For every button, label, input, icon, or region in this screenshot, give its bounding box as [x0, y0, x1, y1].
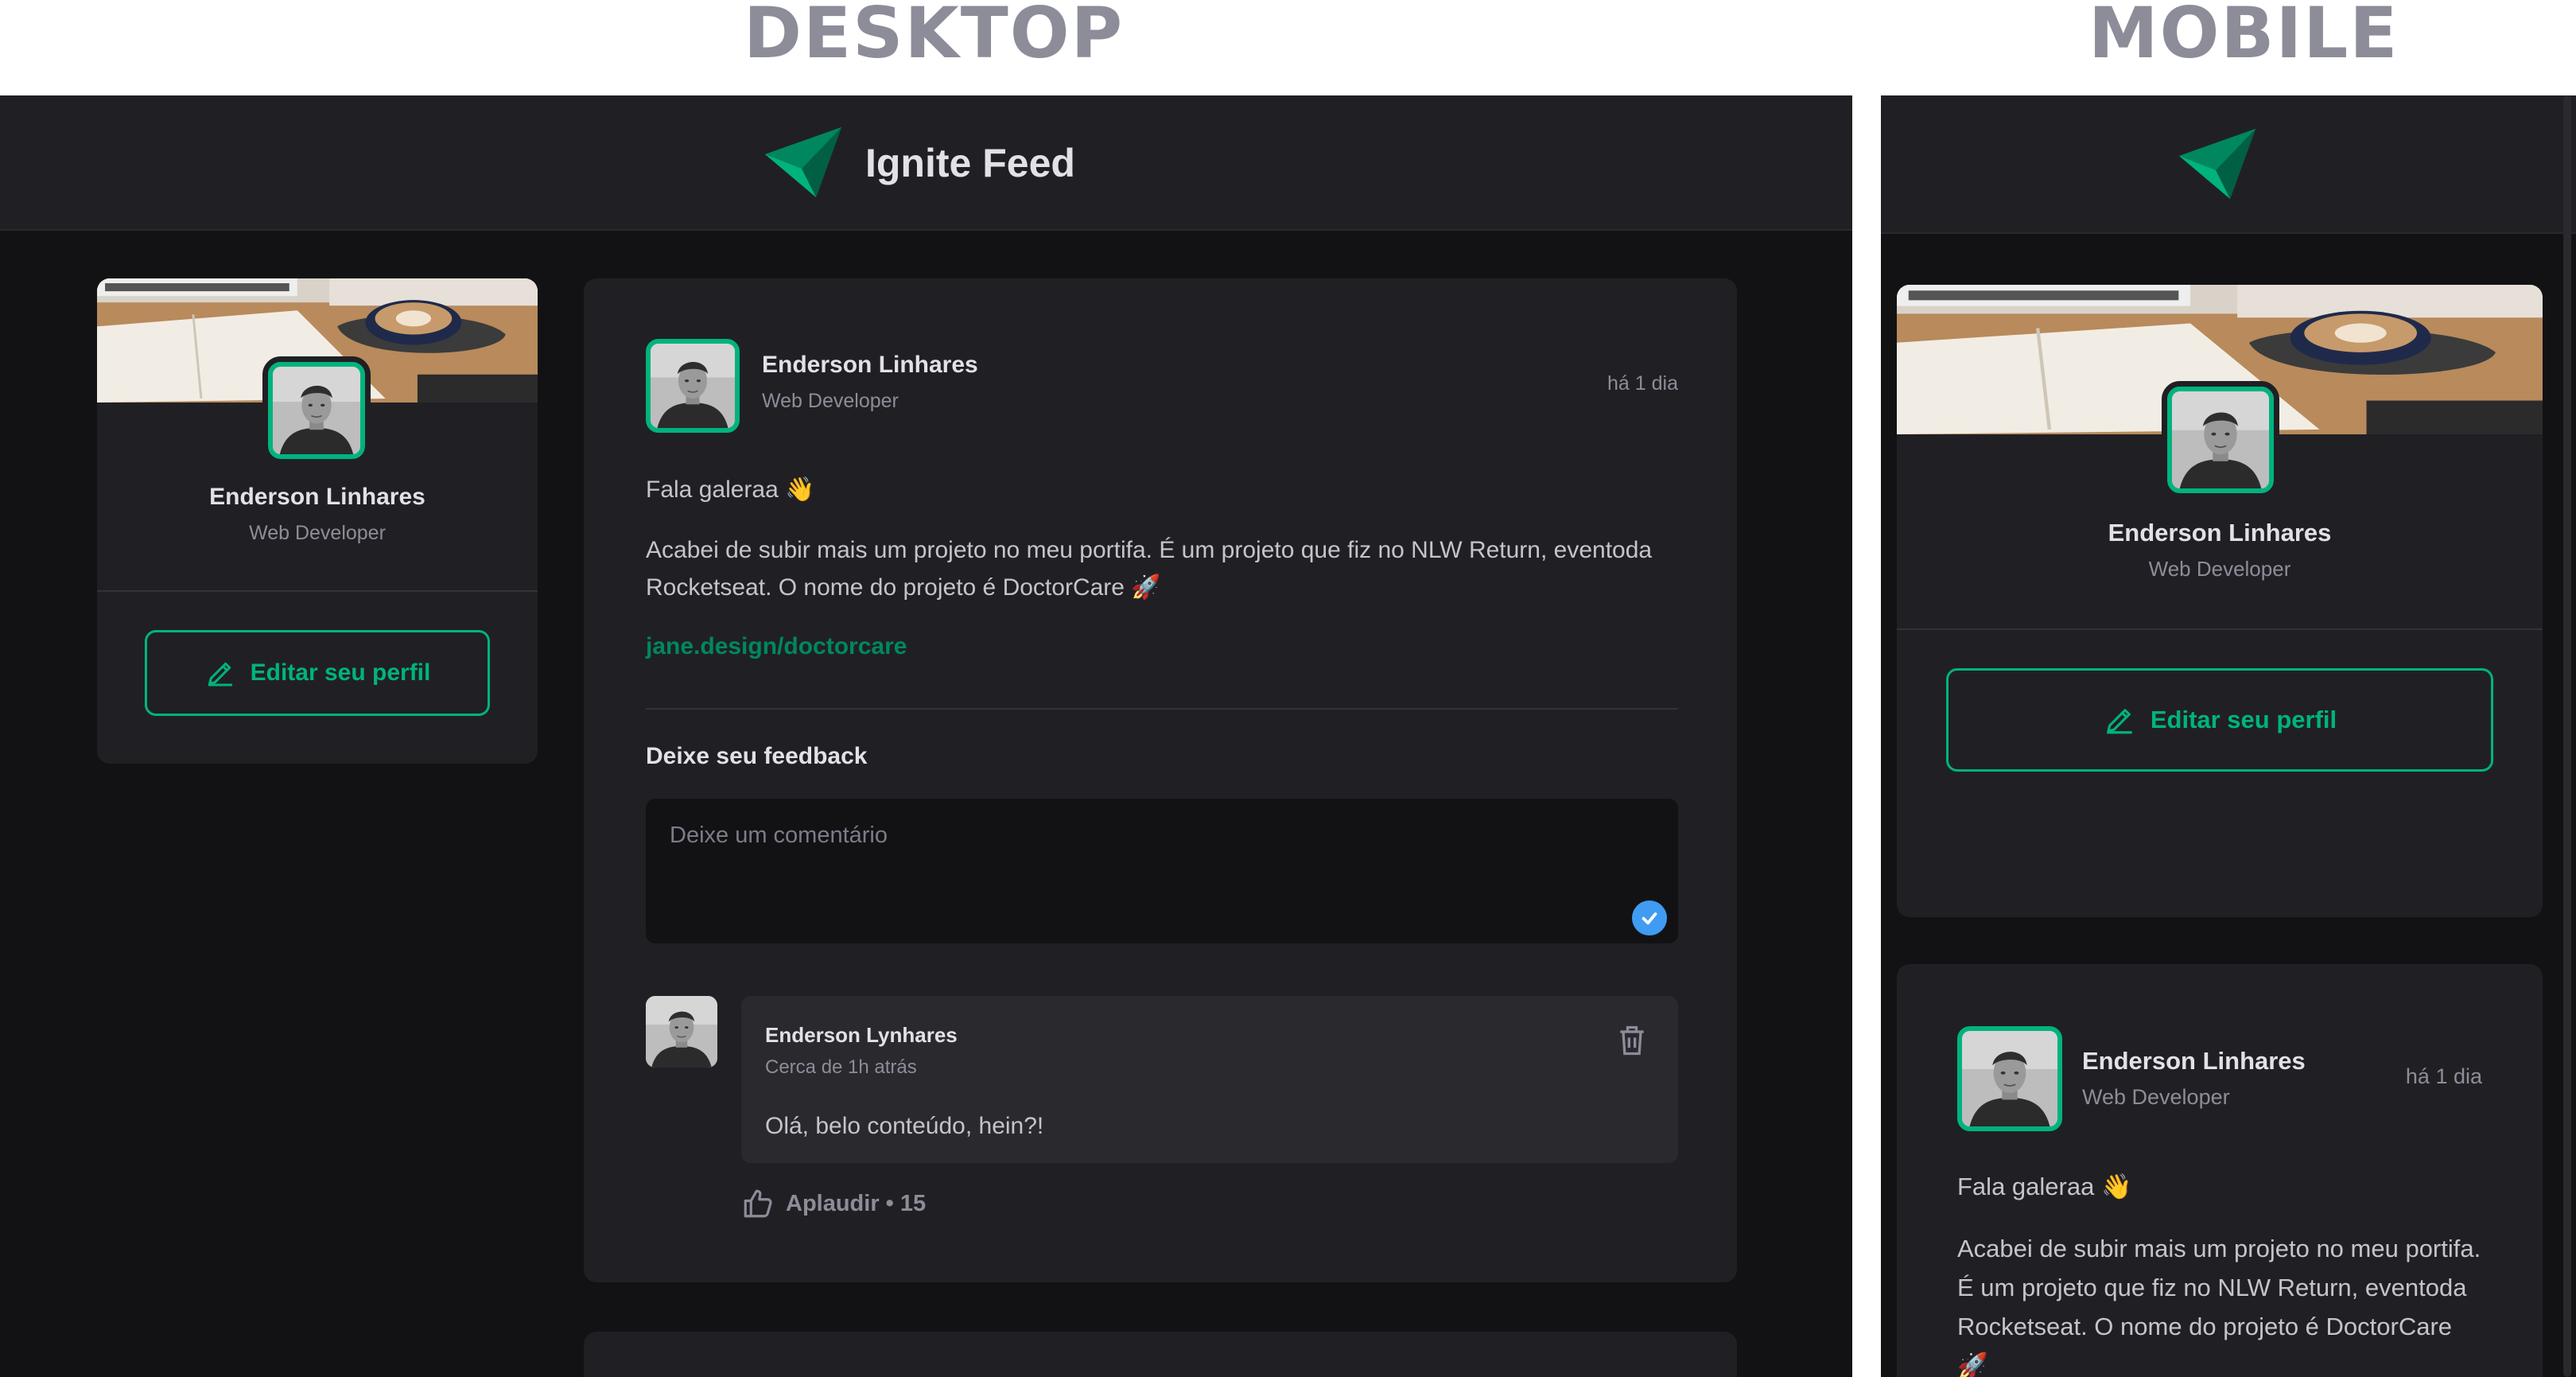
mobile-label: MOBILE: [2088, 0, 2399, 74]
mobile-edit-profile-label: Editar seu perfil: [2150, 706, 2337, 733]
profile-sidebar: Enderson Linhares Web Developer Editar s…: [97, 278, 538, 764]
mobile-profile-divider: [1897, 628, 2543, 630]
mobile-profile-name: Enderson Linhares: [2108, 519, 2332, 547]
mobile-post-content: Acabei de subir mais um projeto no meu p…: [1957, 1235, 2481, 1377]
trash-icon[interactable]: [1614, 1023, 1649, 1058]
brand-title: Ignite Feed: [865, 141, 1075, 185]
next-post-card: [584, 1332, 1737, 1377]
post-author-name: Enderson Linhares: [762, 352, 978, 378]
profile-role: Web Developer: [249, 522, 386, 544]
post-card: Enderson Linhares Web Developer há 1 dia…: [584, 278, 1737, 1282]
post-divider: [646, 708, 1678, 710]
comment-box: Enderson Lynhares Cerca de 1h atrás Olá,…: [741, 996, 1678, 1163]
mobile-profile-card: Enderson Linhares Web Developer Editar s…: [1897, 285, 2543, 917]
comment-time: Cerca de 1h atrás: [765, 1056, 917, 1078]
mobile-post-card: Enderson Linhares Web Developer há 1 dia…: [1897, 964, 2543, 1377]
user-photo-icon: [2172, 391, 2269, 488]
user-photo-icon: [273, 367, 360, 454]
applaud-button[interactable]: Aplaudir • 15: [741, 1187, 926, 1220]
feedback-title: Deixe seu feedback: [646, 743, 868, 769]
edit-profile-button[interactable]: Editar seu perfil: [145, 630, 490, 716]
mobile-post-greeting: Fala galeraa 👋: [1957, 1173, 2132, 1200]
pencil-icon: [204, 657, 236, 689]
post-link[interactable]: jane.design/doctorcare: [646, 633, 907, 660]
mobile-profile-avatar[interactable]: [2162, 381, 2279, 499]
mobile-post-author-name: Enderson Linhares: [2082, 1047, 2306, 1075]
thumbs-up-icon: [741, 1187, 775, 1220]
desktop-frame: Ignite Feed Enderson Linhares Web Develo…: [0, 95, 1852, 1377]
profile-avatar[interactable]: [262, 356, 371, 465]
profile-divider: [97, 590, 538, 592]
comment-textarea[interactable]: Deixe um comentário: [646, 799, 1678, 943]
mobile-post-author-avatar[interactable]: [1957, 1026, 2062, 1131]
comment-author-name: Enderson Lynhares: [765, 1023, 958, 1047]
comment-author-avatar[interactable]: [646, 996, 717, 1068]
mobile-edit-profile-button[interactable]: Editar seu perfil: [1946, 668, 2493, 772]
post-author-role: Web Developer: [762, 390, 899, 412]
comment-placeholder: Deixe um comentário: [670, 823, 888, 848]
user-photo-icon: [646, 996, 717, 1068]
desktop-label: DESKTOP: [744, 0, 1125, 74]
post-greeting: Fala galeraa 👋: [646, 477, 815, 503]
check-icon: [1638, 906, 1661, 930]
post-time: há 1 dia: [1607, 372, 1678, 395]
comment-text: Olá, belo conteúdo, hein?!: [765, 1113, 1044, 1139]
pencil-icon: [2103, 703, 2136, 737]
mobile-scrollbar[interactable]: [2563, 95, 2571, 1377]
edit-profile-label: Editar seu perfil: [250, 659, 431, 686]
user-photo-icon: [1962, 1031, 2057, 1126]
ignite-logo-icon: [765, 127, 841, 197]
applaud-label: Aplaudir • 15: [786, 1190, 927, 1216]
mobile-post-author-role: Web Developer: [2082, 1085, 2230, 1109]
post-content: Acabei de subir mais um projeto no meu p…: [646, 537, 1653, 601]
mobile-profile-role: Web Developer: [2148, 557, 2291, 581]
mobile-app-header: [1881, 95, 2576, 234]
profile-name: Enderson Linhares: [209, 484, 425, 510]
submit-comment-button[interactable]: [1632, 900, 1667, 936]
app-header: Ignite Feed: [0, 95, 1852, 231]
ignite-logo-icon: [2179, 129, 2255, 199]
mobile-post-time: há 1 dia: [2405, 1064, 2482, 1088]
post-author-avatar[interactable]: [646, 339, 740, 433]
mobile-frame: Enderson Linhares Web Developer Editar s…: [1881, 95, 2576, 1377]
user-photo-icon: [651, 344, 735, 428]
